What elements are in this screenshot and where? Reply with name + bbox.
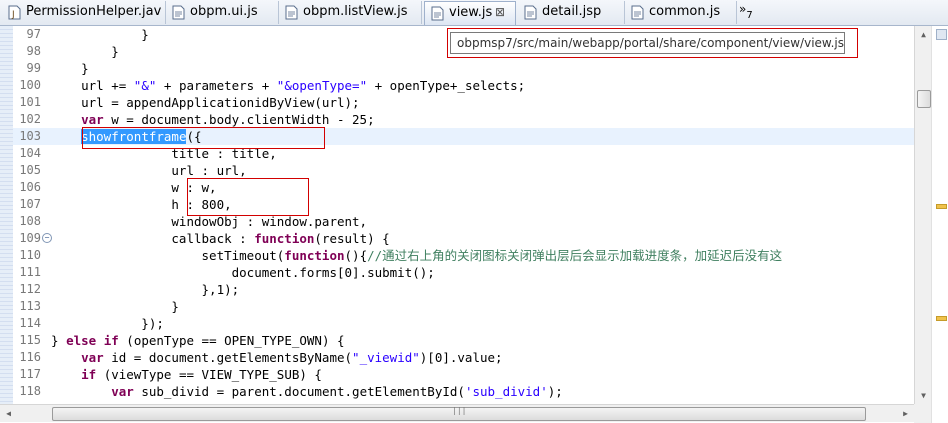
code-line[interactable]: document.forms[0].submit(); (51, 264, 435, 281)
java-file-icon: J (8, 5, 21, 20)
tab-label: obpm.listView.js (303, 4, 408, 19)
tab-label: obpm.ui.js (190, 4, 258, 19)
line-number: 107 (19, 197, 41, 211)
tab-obpm-listview[interactable]: obpm.listView.js (279, 1, 422, 24)
horizontal-scrollbar[interactable]: ◀ ||| ▶ (0, 404, 914, 422)
line-number: 101 (19, 95, 41, 109)
code-line[interactable]: url = appendApplicationidByView(url); (51, 94, 359, 111)
line-number: 103 (19, 129, 41, 143)
line-number: 115 (19, 333, 41, 347)
close-tab-icon[interactable]: ⊠ (495, 5, 505, 19)
tab-label: view.js (449, 5, 493, 20)
line-number: 104 (19, 146, 41, 160)
code-line[interactable]: }); (51, 315, 164, 332)
line-number: 113 (19, 299, 41, 313)
tab-label: detail.jsp (542, 4, 602, 19)
line-number: 97 (26, 27, 41, 41)
overflow-count: 7 (746, 10, 753, 21)
line-number: 106 (19, 180, 41, 194)
line-number: 108 (19, 214, 41, 228)
line-number: 105 (19, 163, 41, 177)
line-number: 116 (19, 350, 41, 364)
js-file-icon (631, 5, 644, 20)
code-line[interactable]: setTimeout(function(){//通过右上角的关闭图标关闭弹出层后… (51, 247, 783, 264)
scroll-up-icon[interactable]: ▲ (915, 26, 932, 43)
line-number: 112 (19, 282, 41, 296)
scroll-left-icon[interactable]: ◀ (0, 405, 17, 422)
overview-summary-icon[interactable] (936, 29, 947, 40)
editor-tab-bar: J PermissionHelper.jav obpm.ui.js obpm.l… (0, 0, 948, 26)
tab-overflow-button[interactable]: »7 (739, 2, 753, 21)
tab-permissionhelper[interactable]: J PermissionHelper.jav (2, 1, 166, 24)
scroll-grip-icon: ||| (452, 406, 467, 415)
tab-obpm-ui[interactable]: obpm.ui.js (166, 1, 279, 24)
tab-label: PermissionHelper.jav (26, 4, 162, 19)
tab-detail-jsp[interactable]: detail.jsp (518, 1, 625, 24)
code-line[interactable]: callback : function(result) { (51, 230, 389, 247)
code-line[interactable]: },1); (51, 281, 240, 298)
warning-marker-icon[interactable] (936, 204, 947, 209)
code-line[interactable]: } (51, 298, 179, 315)
jsp-file-icon (524, 5, 537, 20)
line-number: 102 (19, 112, 41, 126)
line-number: 118 (19, 384, 41, 398)
code-line[interactable]: url : url, (51, 162, 246, 179)
scroll-down-icon[interactable]: ▼ (915, 387, 932, 404)
overview-ruler[interactable] (931, 26, 948, 423)
tab-common-js[interactable]: common.js (625, 1, 737, 24)
tab-view-js[interactable]: view.js ⊠ (424, 1, 516, 25)
vertical-scroll-thumb[interactable] (917, 90, 931, 108)
line-number: 114 (19, 316, 41, 330)
editor-left-ruler (0, 26, 13, 404)
annotation-box-width-height (187, 178, 309, 216)
js-file-icon (285, 5, 298, 20)
code-line[interactable]: } (51, 26, 149, 43)
scroll-right-icon[interactable]: ▶ (897, 405, 914, 422)
vertical-scrollbar[interactable]: ▲ ▼ (914, 26, 932, 404)
line-number: 117 (19, 367, 41, 381)
line-number: 110 (19, 248, 41, 262)
line-number: 99 (26, 61, 41, 75)
code-line[interactable]: url += "&" + parameters + "&openType=" +… (51, 77, 525, 94)
warning-marker-icon[interactable] (936, 316, 947, 321)
line-number: 98 (26, 44, 41, 58)
code-line[interactable]: } else if (openType == OPEN_TYPE_OWN) { (51, 332, 345, 349)
code-line[interactable]: var id = document.getElementsByName("_vi… (51, 349, 502, 366)
code-line[interactable]: var sub_divid = parent.document.getEleme… (51, 383, 563, 400)
js-file-icon (172, 5, 185, 20)
code-line[interactable]: } (51, 43, 119, 60)
code-line[interactable]: if (viewType == VIEW_TYPE_SUB) { (51, 366, 322, 383)
code-line[interactable]: var w = document.body.clientWidth - 25; (51, 111, 375, 128)
scrollbar-corner (914, 404, 931, 423)
file-path-tooltip: obpmsp7/src/main/webapp/portal/share/com… (450, 32, 845, 54)
js-file-icon (431, 6, 444, 21)
annotation-box-showfrontframe (82, 127, 325, 149)
tab-label: common.js (649, 4, 721, 19)
line-number: 111 (19, 265, 41, 279)
code-line[interactable]: } (51, 60, 89, 77)
svg-text:J: J (11, 10, 15, 20)
line-number: 109 (19, 231, 41, 245)
line-number: 100 (19, 78, 41, 92)
